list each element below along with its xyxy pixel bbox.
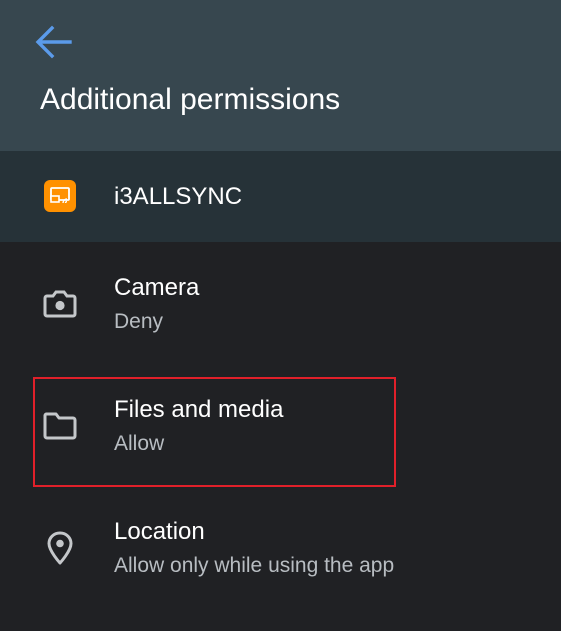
location-pin-icon (40, 528, 80, 568)
permission-item-location[interactable]: Location Allow only while using the app (0, 488, 561, 608)
folder-icon (40, 406, 80, 446)
permission-title: Location (114, 518, 205, 545)
camera-icon (40, 284, 80, 324)
app-header (0, 151, 561, 242)
permission-status: Allow only while using the app (114, 554, 395, 577)
screen-mirror-icon (50, 187, 70, 204)
app-bar: Additional permissions (0, 0, 561, 151)
back-button[interactable] (30, 22, 76, 62)
arrow-back-icon (35, 25, 72, 59)
permission-status: Allow (114, 432, 165, 455)
permission-item-camera[interactable]: Camera Deny (0, 244, 561, 364)
app-name: i3ALLSYNC (114, 183, 243, 210)
page-title: Additional permissions (40, 83, 341, 116)
permission-title: Camera (114, 274, 200, 301)
permission-title: Files and media (114, 396, 284, 423)
permission-status: Deny (114, 310, 164, 333)
permission-item-files-and-media[interactable]: Files and media Allow (0, 366, 561, 486)
app-icon (44, 180, 76, 212)
